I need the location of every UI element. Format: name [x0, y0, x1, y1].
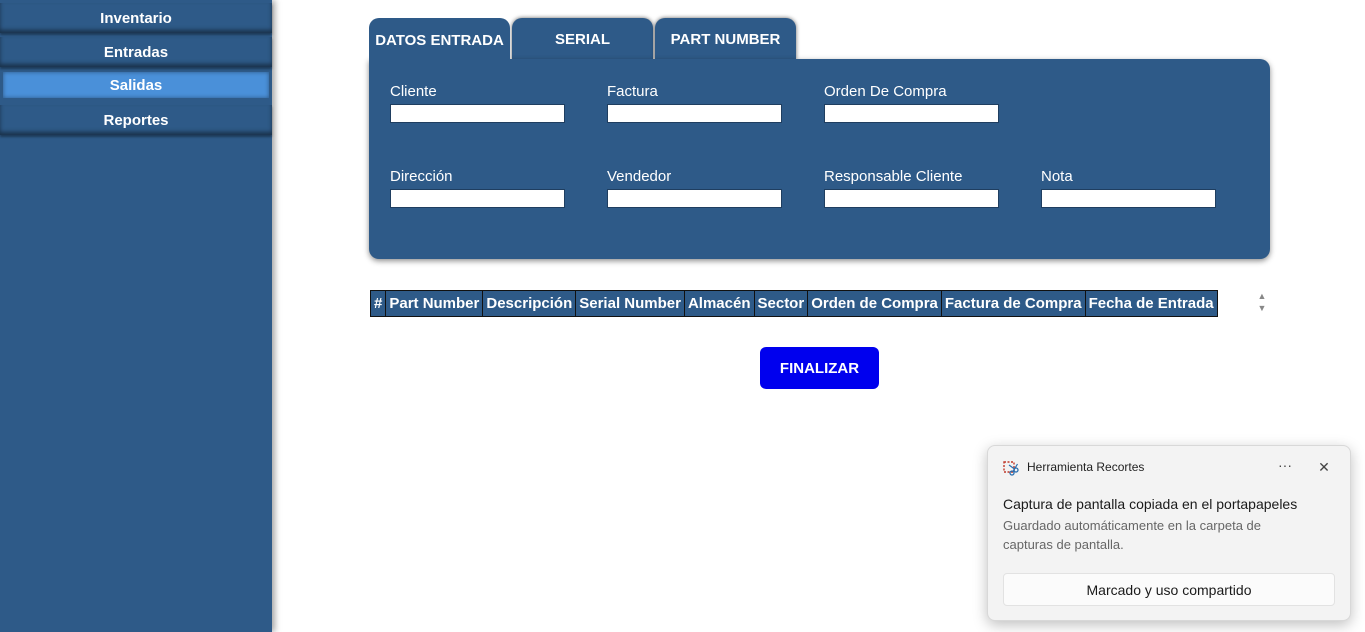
table-header-row: # Part Number Descripción Serial Number …: [369, 290, 1218, 317]
notification-app-name: Herramienta Recortes: [1027, 460, 1145, 474]
sidebar: Inventario Entradas Salidas Reportes: [0, 0, 272, 632]
notification-body: Guardado automáticamente en la carpeta d…: [1003, 518, 1262, 552]
tab-part-number[interactable]: PART NUMBER: [655, 18, 796, 60]
scroll-up-icon[interactable]: ▲: [1256, 290, 1268, 302]
column-header-descripcion: Descripción: [482, 290, 577, 317]
direccion-field[interactable]: [390, 189, 565, 208]
markup-and-share-label: Marcado y uso compartido: [1086, 581, 1252, 598]
orden-de-compra-field[interactable]: [824, 104, 999, 123]
factura-field[interactable]: [607, 104, 782, 123]
notification-title: Captura de pantalla copiada en el portap…: [1003, 496, 1298, 512]
cliente-label: Cliente: [390, 83, 437, 100]
tab-label: SERIAL: [554, 30, 610, 48]
sidebar-item-inventario[interactable]: Inventario: [0, 3, 272, 33]
table-scrollbar[interactable]: ▲ ▼: [1256, 290, 1268, 318]
vendedor-label: Vendedor: [607, 168, 672, 185]
sidebar-item-reportes[interactable]: Reportes: [0, 105, 272, 135]
tab-serial[interactable]: SERIAL: [512, 18, 653, 60]
column-header-almacen: Almacén: [683, 290, 755, 317]
responsable-cliente-label: Responsable Cliente: [824, 168, 963, 185]
tab-label: PART NUMBER: [670, 30, 781, 48]
markup-and-share-button[interactable]: Marcado y uso compartido: [1003, 573, 1335, 606]
more-options-icon[interactable]: ···: [1274, 456, 1296, 478]
sidebar-item-label: Salidas: [109, 76, 163, 94]
column-header-number: #: [369, 290, 387, 317]
column-header-part-number: Part Number: [385, 290, 484, 317]
sidebar-item-salidas[interactable]: Salidas: [3, 72, 269, 98]
finalizar-button[interactable]: FINALIZAR: [760, 347, 879, 389]
nota-field[interactable]: [1041, 189, 1216, 208]
sidebar-item-label: Entradas: [103, 43, 169, 61]
responsable-cliente-field[interactable]: [824, 189, 999, 208]
column-header-serial-number: Serial Number: [575, 290, 685, 317]
column-header-fecha-de-entrada: Fecha de Entrada: [1084, 290, 1218, 317]
form-panel: Cliente Factura Orden De Compra Direcció…: [369, 59, 1270, 259]
orden-de-compra-label: Orden De Compra: [824, 83, 947, 100]
column-header-orden-de-compra: Orden de Compra: [807, 290, 942, 317]
snipping-tool-icon: [1003, 461, 1019, 476]
scroll-down-icon[interactable]: ▼: [1256, 302, 1268, 314]
tab-label: DATOS ENTRADA: [375, 31, 504, 49]
sidebar-item-entradas[interactable]: Entradas: [0, 37, 272, 67]
cliente-field[interactable]: [390, 104, 565, 123]
sidebar-item-label: Reportes: [103, 111, 169, 129]
direccion-label: Dirección: [390, 168, 453, 185]
results-table: # Part Number Descripción Serial Number …: [369, 290, 1218, 317]
tab-datos-entrada[interactable]: DATOS ENTRADA: [369, 18, 510, 62]
column-header-sector: Sector: [753, 290, 809, 317]
snipping-tool-notification[interactable]: Herramienta Recortes ··· ✕ Captura de pa…: [987, 445, 1351, 621]
sidebar-item-label: Inventario: [100, 9, 172, 27]
column-header-factura-de-compra: Factura de Compra: [940, 290, 1086, 317]
nota-label: Nota: [1041, 168, 1073, 185]
factura-label: Factura: [607, 83, 658, 100]
close-icon[interactable]: ✕: [1313, 456, 1335, 478]
vendedor-field[interactable]: [607, 189, 782, 208]
